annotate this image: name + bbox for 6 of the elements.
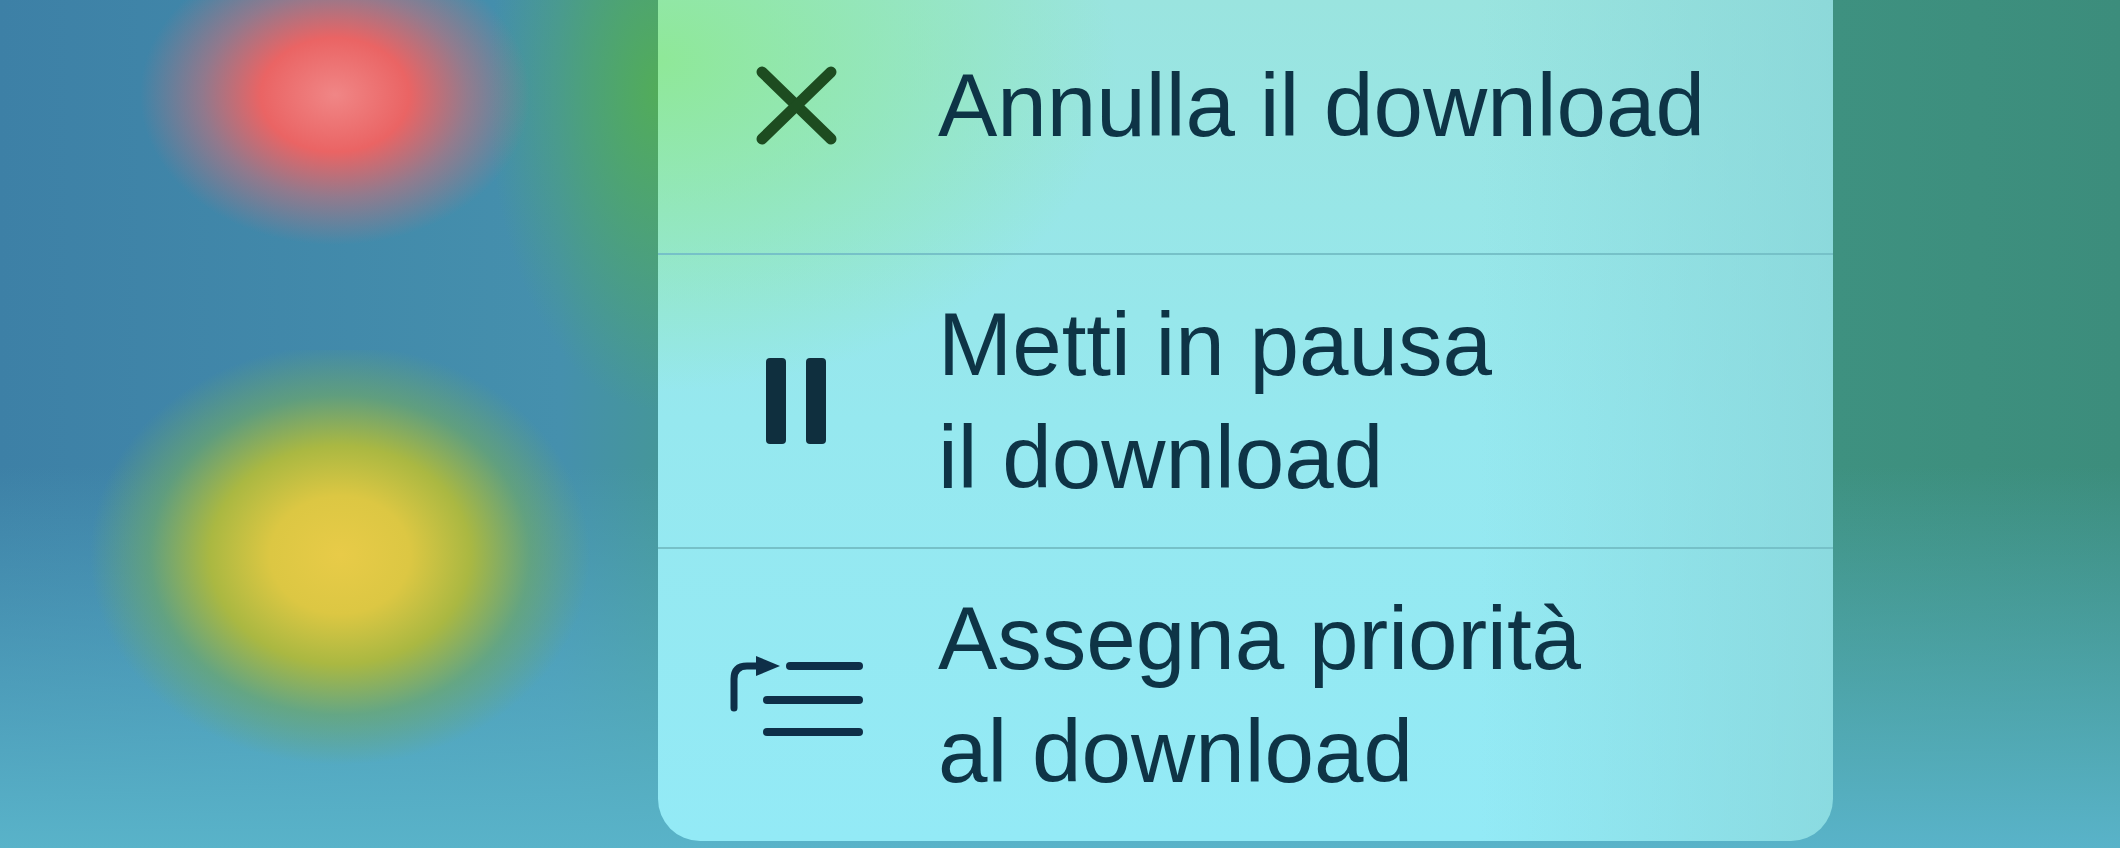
arrow-list-icon (729, 654, 863, 736)
menu-item[interactable]: Metti in pausa il download (658, 253, 1833, 547)
pause-icon (766, 358, 826, 444)
close-icon (755, 66, 837, 145)
menu-item[interactable]: Assegna priorità al download (658, 547, 1833, 841)
menu-item[interactable]: Annulla il download (658, 0, 1833, 253)
